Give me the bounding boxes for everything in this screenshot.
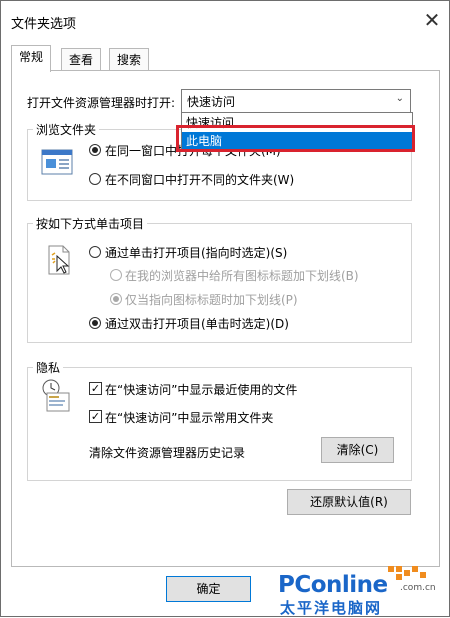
radio-underline-always[interactable]: [110, 269, 122, 281]
radio-single-click-label[interactable]: 通过单击打开项目(指向时选定)(S): [105, 244, 287, 261]
radio-double-click[interactable]: [89, 317, 101, 329]
radio-same-window[interactable]: [89, 144, 101, 156]
ok-button[interactable]: 确定: [166, 576, 251, 602]
checkbox-frequent-folders-label[interactable]: 在“快速访问”中显示常用文件夹: [105, 409, 273, 426]
radio-underline-point[interactable]: [110, 293, 122, 305]
checkbox-recent-files[interactable]: ✓: [89, 382, 102, 395]
window-title: 文件夹选项: [11, 17, 77, 32]
click-items-title: 按如下方式单击项目: [33, 215, 148, 232]
folder-options-dialog: 文件夹选项 ✕ 常规 查看 搜索 打开文件资源管理器时打开: 快速访问 ⌄ 浏览…: [0, 0, 450, 617]
pconline-watermark: PConline .com.cn 太平洋电脑网: [276, 564, 446, 617]
brand-domain: .com.cn: [400, 583, 436, 593]
folder-window-icon: [41, 149, 73, 175]
tab-search[interactable]: 搜索: [109, 48, 150, 71]
pointer-click-icon: [48, 245, 70, 275]
tab-general-label: 常规: [19, 50, 44, 64]
clear-history-button[interactable]: 清除(C): [321, 437, 394, 463]
radio-new-window-label[interactable]: 在不同窗口中打开不同的文件夹(W): [105, 171, 294, 188]
chevron-down-icon: ⌄: [395, 93, 404, 104]
open-in-select[interactable]: 快速访问 ⌄: [181, 89, 411, 113]
radio-single-click[interactable]: [89, 246, 101, 258]
checkbox-recent-files-label[interactable]: 在“快速访问”中显示最近使用的文件: [105, 381, 297, 398]
title-bar: 文件夹选项 ✕: [1, 1, 449, 41]
browse-folders-title: 浏览文件夹: [33, 121, 100, 138]
brand-name: PConline: [278, 572, 388, 598]
privacy-clock-icon: [42, 379, 70, 412]
privacy-title: 隐私: [33, 359, 64, 376]
radio-underline-always-label[interactable]: 在我的浏览器中给所有图标标题加下划线(B): [125, 267, 359, 284]
radio-double-click-label[interactable]: 通过双击打开项目(单击时选定)(D): [105, 315, 289, 332]
checkbox-frequent-folders[interactable]: ✓: [89, 410, 102, 423]
close-icon[interactable]: ✕: [419, 7, 445, 33]
restore-defaults-button[interactable]: 还原默认值(R): [287, 489, 411, 515]
radio-new-window[interactable]: [89, 173, 101, 185]
brand-cn-name: 太平洋电脑网: [280, 599, 383, 617]
open-in-selected-value: 快速访问: [187, 95, 236, 109]
radio-underline-point-label[interactable]: 仅当指向图标标题时加下划线(P): [125, 291, 298, 308]
open-in-label: 打开文件资源管理器时打开:: [27, 96, 176, 110]
tab-search-label: 搜索: [117, 53, 142, 67]
clear-history-label: 清除文件资源管理器历史记录: [89, 446, 246, 460]
tab-general[interactable]: 常规: [11, 45, 52, 72]
tab-view-label: 查看: [69, 53, 94, 67]
highlight-callout-box: [176, 125, 415, 152]
tab-view[interactable]: 查看: [61, 48, 102, 71]
